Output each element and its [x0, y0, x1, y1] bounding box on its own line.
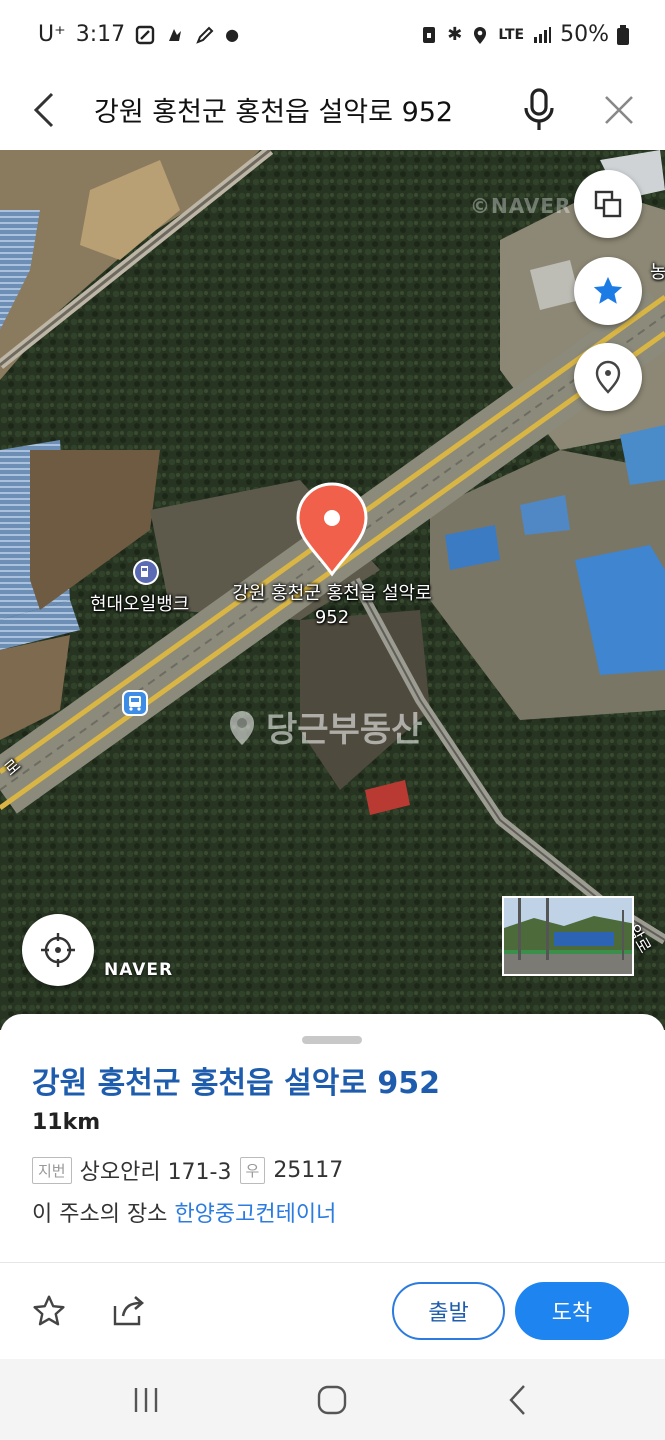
back-nav-button[interactable]	[488, 1373, 548, 1427]
jibun-tag: 지번	[32, 1156, 72, 1184]
battery-label: 50%	[560, 22, 609, 47]
divider	[0, 1262, 665, 1263]
home-button[interactable]	[302, 1373, 362, 1427]
street-view-image	[504, 898, 632, 974]
place-prefix: 이 주소의 장소	[32, 1202, 168, 1227]
carrier-label: U⁺	[38, 22, 66, 47]
postal-tag: 우	[239, 1156, 266, 1184]
close-icon	[605, 96, 633, 124]
notification-app-icon	[169, 28, 182, 41]
jibun-address: 상오안리 171-3	[79, 1160, 232, 1185]
naver-logo: NAVER	[104, 960, 174, 980]
location-pin-marker[interactable]	[296, 482, 368, 578]
place-info-sheet: 강원 홍천군 홍천읍 설악로 952 11km 지번 상오안리 171-3 우 …	[0, 1014, 665, 1359]
watermark-text: 당근부동산	[266, 710, 423, 750]
map-layers-button[interactable]	[574, 170, 642, 238]
gas-station-label[interactable]: 현대오일뱅크	[90, 590, 189, 616]
watermark: 당근부동산	[226, 702, 422, 751]
sheet-drag-handle[interactable]	[302, 1036, 362, 1044]
home-icon	[317, 1385, 347, 1415]
postal-code: 25117	[273, 1157, 344, 1183]
signal-icon	[534, 26, 552, 43]
layers-icon	[594, 190, 622, 218]
bluetooth-icon: ✱	[447, 24, 463, 45]
share-button[interactable]	[108, 1290, 150, 1332]
lock-app-icon	[423, 26, 436, 43]
search-query[interactable]: 강원 홍천군 홍천읍 설악로 952	[94, 90, 453, 129]
location-pin-outline-icon	[595, 360, 621, 394]
star-filled-icon	[593, 276, 623, 304]
current-location-button[interactable]	[22, 914, 94, 986]
carrot-watermark-icon	[230, 710, 254, 745]
system-nav-bar	[0, 1359, 665, 1440]
pencil-icon	[196, 26, 214, 44]
place-title[interactable]: 강원 홍천군 홍천읍 설악로 952	[32, 1058, 440, 1102]
place-link[interactable]: 한양중고컨테이너	[174, 1202, 336, 1227]
share-icon	[113, 1296, 144, 1326]
star-outline-icon	[33, 1295, 65, 1326]
satellite-map[interactable]: ©NAVER 강원 홍천군 홍천읍 설악로 952 현대오일뱅크 로 악로 농 …	[0, 150, 665, 1030]
crosshair-icon	[41, 933, 75, 967]
chevron-left-icon	[33, 92, 54, 128]
street-view-thumbnail[interactable]	[502, 896, 634, 976]
depart-button[interactable]: 출발	[392, 1282, 505, 1340]
dot-icon: ●	[225, 25, 240, 44]
my-places-button[interactable]	[574, 343, 642, 411]
place-at-address-row: 이 주소의 장소 한양중고컨테이너	[32, 1196, 336, 1228]
gas-station-icon[interactable]	[132, 558, 160, 586]
arrive-button[interactable]: 도착	[515, 1282, 629, 1340]
address-row: 지번 상오안리 171-3 우 25117	[32, 1154, 343, 1186]
map-edge-label: 농	[650, 262, 665, 283]
chevron-left-icon	[509, 1385, 525, 1415]
network-label: LTE	[498, 26, 525, 43]
status-bar: U⁺ 3:17 ● ✱ LTE 50%	[0, 0, 665, 70]
pin-address-label: 강원 홍천군 홍천읍 설악로 952	[232, 583, 432, 628]
search-header: 강원 홍천군 홍천읍 설악로 952	[0, 70, 665, 150]
recent-apps-button[interactable]	[116, 1373, 176, 1427]
battery-icon	[617, 24, 629, 45]
favorites-button[interactable]	[574, 257, 642, 325]
location-icon	[474, 26, 487, 44]
voice-search-button[interactable]	[516, 80, 562, 140]
recent-apps-icon	[134, 1388, 158, 1412]
naver-watermark: ©NAVER	[470, 194, 572, 218]
distance-label: 11km	[32, 1110, 101, 1135]
save-button[interactable]	[28, 1290, 70, 1332]
clear-search-button[interactable]	[596, 82, 642, 138]
microphone-icon	[524, 88, 554, 130]
notification-app-icon	[135, 25, 155, 44]
time-label: 3:17	[75, 22, 126, 47]
back-button[interactable]	[24, 82, 64, 138]
bus-stop-icon[interactable]	[122, 690, 148, 716]
